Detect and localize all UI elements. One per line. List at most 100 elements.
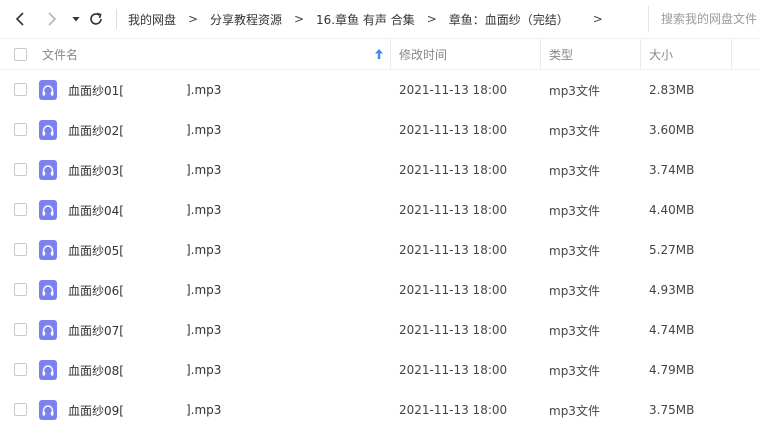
file-name[interactable]: 血面纱04[ ].mp3 [68,190,221,230]
row-checkbox[interactable] [14,83,27,96]
file-name-suffix: ].mp3 [185,323,222,337]
select-all-checkbox[interactable] [14,48,27,61]
file-row[interactable]: 血面纱02[].mp3 2021-11-13 18:00 mp3文件 3.60M… [0,110,761,150]
column-header-type[interactable]: 类型 [549,39,573,69]
file-name-prefix: 血面纱03[ [68,163,124,178]
toolbar: 我的网盘 > 分享教程资源 > 16.章鱼 有声 合集 > 章鱼：血面纱（完结）… [0,0,761,38]
file-modified: 2021-11-13 18:00 [399,363,508,377]
file-type: mp3文件 [549,243,600,258]
file-type: mp3文件 [549,163,600,178]
file-row[interactable]: 血面纱06[].mp3 2021-11-13 18:00 mp3文件 4.93M… [0,270,761,310]
file-type: mp3文件 [549,203,600,218]
toolbar-divider [116,9,117,29]
history-dropdown-button[interactable] [66,8,86,30]
file-type: mp3文件 [549,123,600,138]
file-row[interactable]: 血面纱05[].mp3 2021-11-13 18:00 mp3文件 5.27M… [0,230,761,270]
file-modified: 2021-11-13 18:00 [399,203,508,217]
file-row[interactable]: 血面纱07[ ].mp3 2021-11-13 18:00 mp3文件 4.74M… [0,310,761,350]
file-name-prefix: 血面纱02[ [68,123,124,138]
file-size: 3.60MB [649,123,695,137]
file-size: 5.27MB [649,243,695,257]
file-modified: 2021-11-13 18:00 [399,83,508,97]
file-modified: 2021-11-13 18:00 [399,283,508,297]
row-checkbox[interactable] [14,323,27,336]
refresh-button[interactable] [86,8,106,30]
search-input[interactable] [661,12,761,26]
file-size: 4.74MB [649,323,695,337]
caret-down-icon [72,17,80,22]
file-name-suffix: ].mp3 [185,203,222,217]
file-name[interactable]: 血面纱03[ ].mp3 [68,150,221,190]
file-name[interactable]: 血面纱09[].mp3 [68,390,221,430]
refresh-icon [90,12,102,25]
file-modified: 2021-11-13 18:00 [399,323,508,337]
file-name-prefix: 血面纱06[ [68,283,124,298]
column-divider[interactable] [540,39,541,69]
column-divider[interactable] [390,39,391,69]
column-header-name[interactable]: 文件名 [42,39,78,69]
file-row[interactable]: 血面纱08[].mp3 2021-11-13 18:00 mp3文件 4.79M… [0,350,761,390]
column-divider[interactable] [640,39,641,69]
file-list-header: 文件名 修改时间 类型 大小 [0,38,761,70]
audio-file-icon [39,360,57,380]
audio-file-icon [39,200,57,220]
forward-button[interactable] [42,8,62,30]
breadcrumb-item-collection[interactable]: 16.章鱼 有声 合集 [316,11,415,28]
file-name-prefix: 血面纱04[ [68,203,124,218]
file-modified: 2021-11-13 18:00 [399,163,508,177]
file-size: 3.74MB [649,163,695,177]
file-name[interactable]: 血面纱06[].mp3 [68,270,221,310]
row-checkbox[interactable] [14,243,27,256]
breadcrumb-item-share[interactable]: 分享教程资源 [210,11,282,28]
file-name-prefix: 血面纱07[ [68,323,124,338]
breadcrumb-item-current[interactable]: 章鱼：血面纱（完结） [449,11,569,28]
file-name[interactable]: 血面纱01[].mp3 [68,70,221,110]
back-button[interactable] [10,8,30,30]
breadcrumb: 我的网盘 > 分享教程资源 > 16.章鱼 有声 合集 > 章鱼：血面纱（完结）… [128,0,615,38]
file-type: mp3文件 [549,283,600,298]
audio-file-icon [39,120,57,140]
row-checkbox[interactable] [14,123,27,136]
file-name[interactable]: 血面纱02[ ].mp3 [68,110,221,150]
file-size: 4.40MB [649,203,695,217]
file-name[interactable]: 血面纱08[].mp3 [68,350,221,390]
audio-file-icon [39,320,57,340]
audio-file-icon [39,160,57,180]
file-size: 4.93MB [649,283,695,297]
file-size: 3.75MB [649,403,695,417]
row-checkbox[interactable] [14,363,27,376]
file-name-suffix: ].mp3 [185,123,222,137]
file-type: mp3文件 [549,363,600,378]
file-name-prefix: 血面纱05[ [68,243,124,258]
file-size: 2.83MB [649,83,695,97]
file-row[interactable]: 血面纱09[].mp3 2021-11-13 18:00 mp3文件 3.75M… [0,390,761,430]
row-checkbox[interactable] [14,163,27,176]
column-divider[interactable] [731,39,732,69]
file-row[interactable]: 血面纱03[ ].mp3 2021-11-13 18:00 mp3文件 3.74M… [0,150,761,190]
file-name-prefix: 血面纱01[ [68,83,124,98]
file-name[interactable]: 血面纱07[ ].mp3 [68,310,221,350]
audio-file-icon [39,240,57,260]
file-name-suffix: ].mp3 [185,243,222,257]
column-header-size[interactable]: 大小 [649,39,673,69]
row-checkbox[interactable] [14,203,27,216]
audio-file-icon [39,80,57,100]
chevron-right-icon [48,12,57,26]
breadcrumb-separator: > [426,12,437,26]
row-checkbox[interactable] [14,403,27,416]
file-type: mp3文件 [549,403,600,418]
column-header-modified[interactable]: 修改时间 [399,39,447,69]
breadcrumb-expand-button[interactable]: > [581,12,615,26]
breadcrumb-separator: > [294,12,305,26]
file-row[interactable]: 血面纱04[ ].mp3 2021-11-13 18:00 mp3文件 4.40M… [0,190,761,230]
file-size: 4.79MB [649,363,695,377]
breadcrumb-item-root[interactable]: 我的网盘 [128,11,176,28]
file-name[interactable]: 血面纱05[ ].mp3 [68,230,221,270]
file-modified: 2021-11-13 18:00 [399,403,508,417]
file-type: mp3文件 [549,83,600,98]
file-type: mp3文件 [549,323,600,338]
row-checkbox[interactable] [14,283,27,296]
sort-up-arrow-icon[interactable] [374,48,384,60]
file-row[interactable]: 血面纱01[].mp3 2021-11-13 18:00 mp3文件 2.83M… [0,70,761,110]
file-name-suffix: ].mp3 [185,163,222,177]
